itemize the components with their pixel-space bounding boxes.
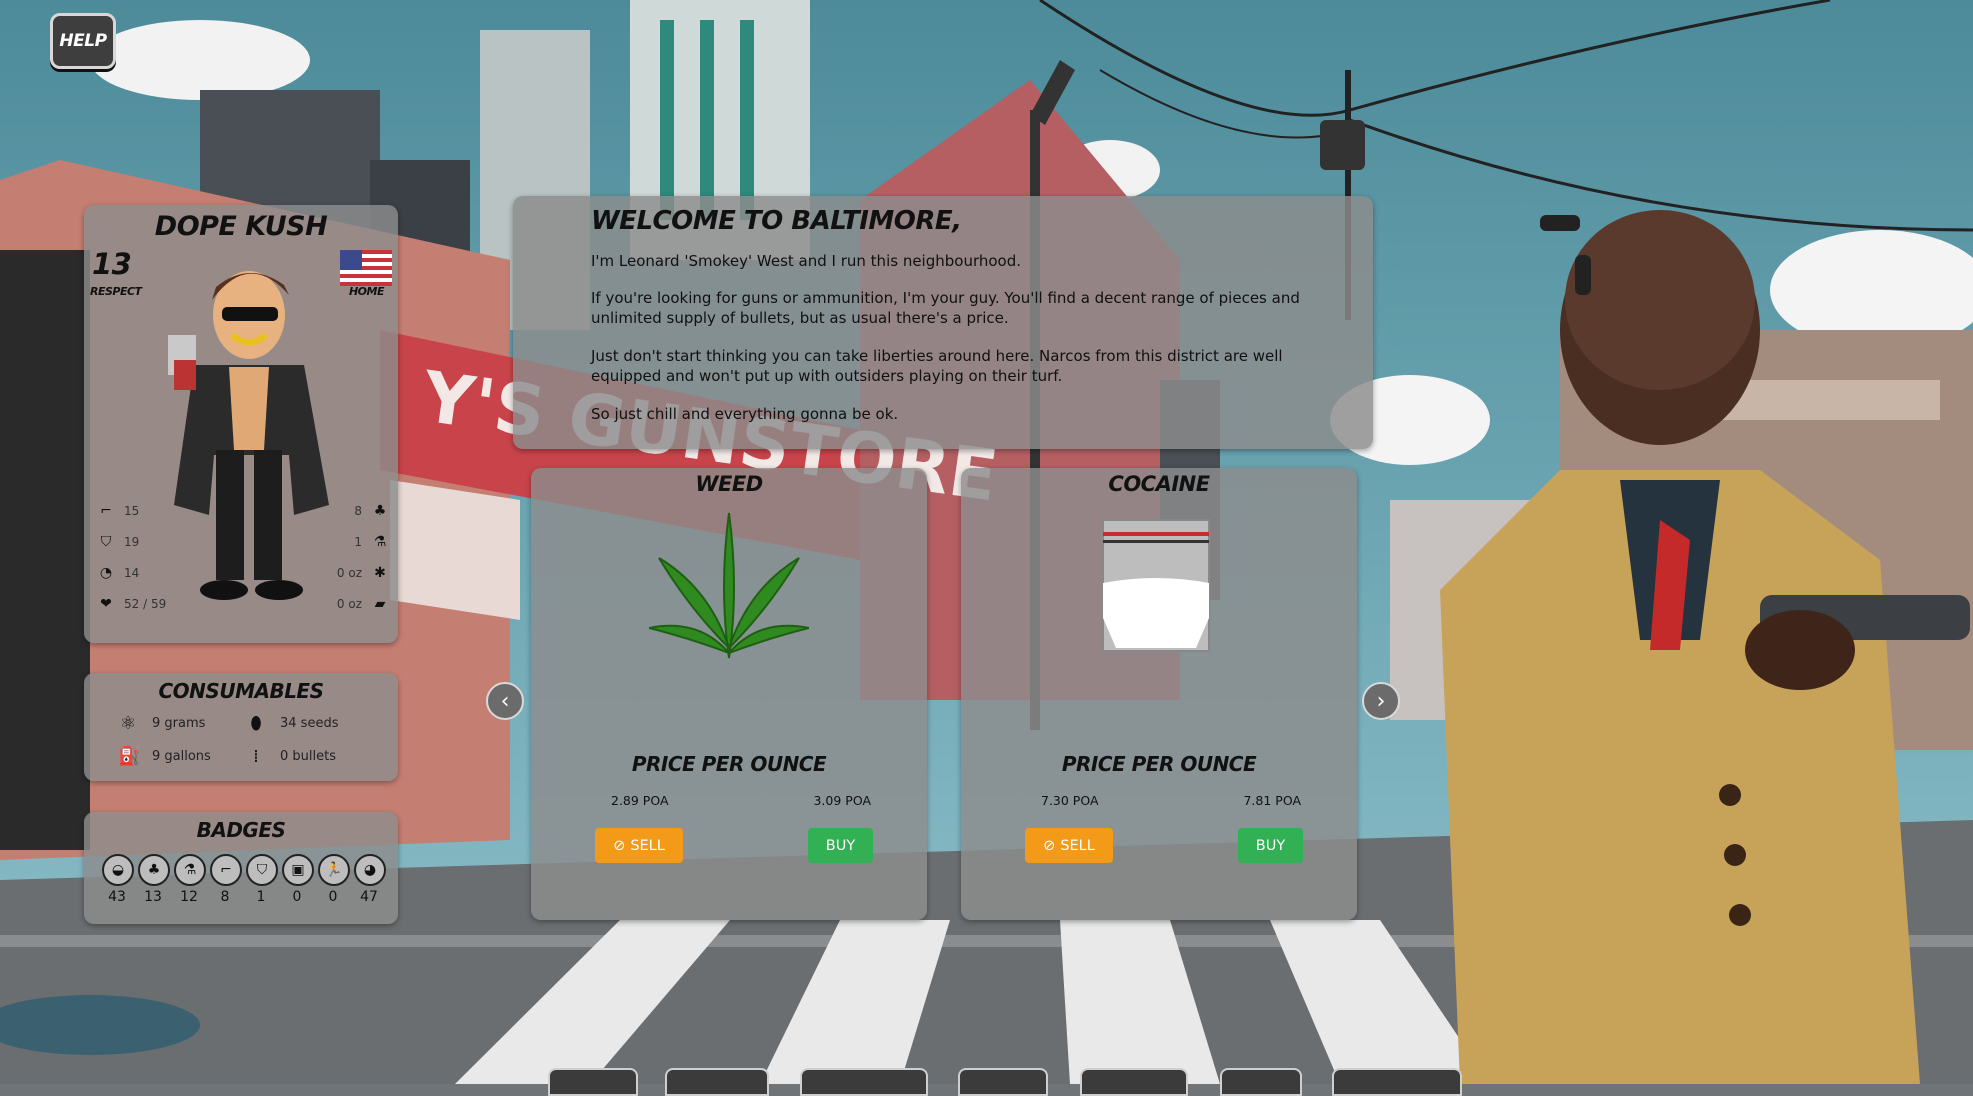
bottom-nav-tab[interactable]: [548, 1068, 638, 1096]
player-name: DOPE KUSH: [154, 211, 328, 242]
bottom-nav-tab[interactable]: [958, 1068, 1048, 1096]
bottom-nav-tab[interactable]: [1080, 1068, 1188, 1096]
lab-badge-icon: ⚗: [174, 854, 206, 886]
badge-item: ⌐ 8: [210, 854, 242, 905]
welcome-paragraph: So just chill and everything gonna be ok…: [591, 405, 899, 423]
bottom-nav-tab[interactable]: [800, 1068, 928, 1096]
welcome-paragraph: If you're looking for guns or ammunition…: [591, 289, 1300, 327]
respect-value: 13: [92, 247, 132, 281]
previous-arrow-button[interactable]: ‹: [486, 682, 524, 720]
stat-cocaine-oz: ▰ 0 oz: [337, 596, 388, 612]
stat-labs: ⚗ 1: [354, 534, 387, 550]
chevron-left-icon: ‹: [500, 688, 510, 714]
bottom-nav-tab[interactable]: [1220, 1068, 1302, 1096]
badge-item: ⛉ 1: [246, 854, 278, 905]
welcome-paragraph: Just don't start thinking you can take l…: [591, 347, 1283, 385]
stat-attack: ⌐ 15: [98, 503, 139, 519]
stat-defense: ⛉ 19: [98, 534, 140, 550]
flask-icon: ⚗: [373, 534, 387, 550]
bottom-nav-tab[interactable]: [665, 1068, 769, 1096]
player-avatar: [168, 271, 329, 600]
plant-pot-icon: ♣: [373, 503, 387, 519]
weed-sell-price: 2.89 POA: [611, 793, 669, 808]
welcome-title: WELCOME TO BALTIMORE,: [591, 206, 962, 236]
gas-can-icon: ⛽: [118, 746, 141, 767]
weed-title: WEED: [695, 472, 763, 496]
cocaine-sell-price: 7.30 POA: [1041, 793, 1099, 808]
cocaine-buy-price: 7.81 POA: [1243, 793, 1301, 808]
stat-weed-oz: ✱ 0 oz: [337, 565, 388, 581]
ban-icon: ⊘: [1043, 837, 1056, 854]
welcome-dialog: WELCOME TO BALTIMORE, I'm Leonard 'Smoke…: [513, 196, 1373, 449]
weed-buy-price: 3.09 POA: [813, 793, 871, 808]
health-icon: ❤: [100, 596, 112, 612]
consumables-panel: CONSUMABLES ⚛ 9 grams ⬮ 34 seeds ⛽ 9 gallon…: [84, 673, 398, 781]
weed-sell-button[interactable]: ⊘ SELL: [595, 828, 683, 863]
badge-item: ◕ 47: [354, 854, 386, 905]
pistol-icon: ⌐: [100, 503, 112, 519]
badge-item: 🏃 0: [318, 854, 350, 905]
chevron-right-icon: ›: [1376, 688, 1386, 714]
ban-icon: ⊘: [613, 837, 626, 854]
speedometer-icon: ◔: [99, 565, 113, 581]
badge-item: ⚗ 12: [174, 854, 206, 905]
home-label: HOME: [348, 285, 385, 298]
cocaine-bag-icon: ▰: [374, 596, 386, 612]
weed-leaf-image: [649, 512, 809, 659]
consumable-gallons: ⛽ 9 gallons: [118, 746, 211, 767]
usa-flag-icon: [340, 250, 392, 286]
help-button[interactable]: HELP: [50, 13, 116, 69]
weed-leaf-icon: ✱: [374, 565, 386, 581]
weed-price-label: PRICE PER OUNCE: [631, 752, 827, 776]
atom-icon: ⚛: [119, 713, 137, 734]
cocaine-price-label: PRICE PER OUNCE: [1061, 752, 1257, 776]
shield-icon: ⛉: [100, 534, 112, 550]
badges-panel: BADGES ◒ 43 ♣ 13 ⚗ 12 ⌐ 8 ⛉ 1 ▣ 0 🏃 0 ◕ 47: [84, 812, 398, 924]
bullets-icon: ⁞: [253, 746, 259, 767]
seed-icon: ⬮: [250, 713, 262, 734]
badge-item: ▣ 0: [282, 854, 314, 905]
cocaine-bag-image: [1102, 519, 1210, 652]
cocaine-title: COCAINE: [1108, 472, 1210, 496]
gun-badge-icon: ⌐: [210, 854, 242, 886]
badge-item: ♣ 13: [138, 854, 170, 905]
money-bag-badge-icon: ◕: [354, 854, 386, 886]
cocaine-sell-button[interactable]: ⊘ SELL: [1025, 828, 1113, 863]
consumable-bullets: ⁞ 0 bullets: [246, 746, 336, 767]
bottom-nav-tab[interactable]: [1332, 1068, 1462, 1096]
stat-speed: ◔ 14: [99, 565, 140, 581]
consumable-grams: ⚛ 9 grams: [119, 713, 206, 734]
runner-badge-icon: 🏃: [318, 854, 350, 886]
weed-market-card: WEED PRICE PER OUNCE 2.89 POA 3.09 POA ⊘…: [531, 468, 927, 920]
player-profile-card: DOPE KUSH 13 RESPECT HOME ⌐ 15 ⛉ 19 ◔ 14 ❤ 5…: [84, 205, 398, 643]
weed-buy-button[interactable]: BUY: [808, 828, 873, 863]
shield-badge-icon: ⛉: [246, 854, 278, 886]
next-arrow-button[interactable]: ›: [1362, 682, 1400, 720]
respect-label: RESPECT: [90, 285, 142, 298]
consumables-title: CONSUMABLES: [158, 679, 325, 703]
badges-title: BADGES: [196, 818, 286, 842]
welcome-paragraph: I'm Leonard 'Smokey' West and I run this…: [591, 252, 1022, 270]
stat-plants: ♣ 8: [354, 503, 387, 519]
consumable-seeds: ⬮ 34 seeds: [246, 713, 338, 734]
safe-badge-icon: ▣: [282, 854, 314, 886]
cocaine-buy-button[interactable]: BUY: [1238, 828, 1303, 863]
plant-badge-icon: ♣: [138, 854, 170, 886]
seed-badge-icon: ◒: [102, 854, 134, 886]
badge-item: ◒ 43: [102, 854, 134, 905]
cocaine-market-card: COCAINE PRICE PER OUNCE 7.30 POA 7.81 PO…: [961, 468, 1357, 920]
stat-health: ❤ 52 / 59: [98, 596, 166, 612]
